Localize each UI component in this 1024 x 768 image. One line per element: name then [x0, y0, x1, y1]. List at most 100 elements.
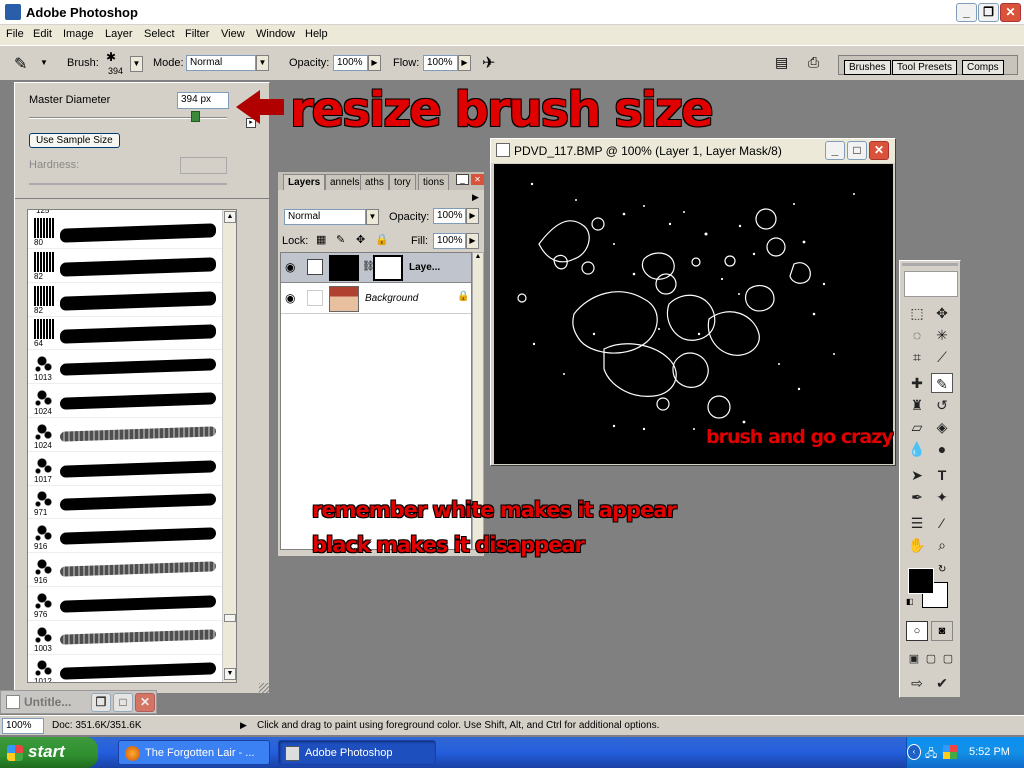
- brush-list-scrollbar[interactable]: ▲ ▼: [222, 210, 236, 682]
- layer-row-selected[interactable]: ◉ ⛓ Laye...: [281, 253, 471, 283]
- master-diameter-input[interactable]: 394 px: [177, 92, 229, 109]
- tab-tool-presets[interactable]: Tool Presets: [892, 60, 958, 75]
- brush-preset[interactable]: 1012: [28, 655, 224, 682]
- minimized-restore-button[interactable]: ❐: [91, 693, 111, 712]
- layer-opacity-arrow-icon[interactable]: ▶: [466, 208, 479, 224]
- brush-preset[interactable]: 1013: [28, 351, 224, 385]
- menu-select[interactable]: Select: [144, 28, 175, 40]
- jump-to-imageready-icon[interactable]: ⇨: [906, 673, 928, 693]
- layer-opacity-input[interactable]: 100%: [433, 208, 466, 224]
- custom-shape-tool-icon[interactable]: ✦: [931, 487, 953, 507]
- tray-expand-icon[interactable]: ‹: [907, 744, 921, 760]
- brush-preset[interactable]: 82: [28, 250, 224, 283]
- taskbar-item-photoshop[interactable]: Adobe Photoshop: [278, 740, 436, 765]
- path-selection-tool-icon[interactable]: ➤: [906, 465, 928, 485]
- brush-preset[interactable]: 916: [28, 520, 224, 554]
- history-brush-tool-icon[interactable]: ↺: [931, 395, 953, 415]
- screen-mode-full-icon[interactable]: ▢: [937, 649, 959, 669]
- flow-arrow-icon[interactable]: ▶: [458, 55, 471, 71]
- minimized-maximize-button[interactable]: □: [113, 693, 133, 712]
- fill-input[interactable]: 100%: [433, 233, 466, 249]
- brush-preset[interactable]: 82: [28, 284, 224, 317]
- lock-position-icon[interactable]: ✥: [356, 233, 365, 246]
- marquee-tool-icon[interactable]: ⬚: [906, 303, 928, 323]
- fill-arrow-icon[interactable]: ▶: [466, 233, 479, 249]
- brush-preset[interactable]: 971: [28, 486, 224, 520]
- palette-close-icon[interactable]: ✕: [471, 174, 484, 185]
- mode-select[interactable]: Normal: [186, 55, 256, 71]
- brush-preset[interactable]: 1024: [28, 419, 224, 452]
- opacity-input[interactable]: 100%: [333, 55, 368, 71]
- adobe-online-feather-icon[interactable]: [904, 271, 958, 297]
- scroll-down-icon[interactable]: ▼: [224, 668, 236, 680]
- brush-preset[interactable]: 64: [28, 317, 224, 351]
- type-tool-icon[interactable]: T: [931, 465, 953, 485]
- tab-comps[interactable]: Comps: [962, 60, 1004, 75]
- airbrush-icon[interactable]: ✈: [482, 53, 495, 73]
- notes-tool-icon[interactable]: ☰: [906, 513, 928, 533]
- brush-preset[interactable]: 1017: [28, 453, 224, 486]
- zoom-input[interactable]: 100%: [2, 718, 44, 734]
- brush-tool-icon[interactable]: ✎: [14, 54, 27, 74]
- layer-row[interactable]: ◉ Background 🔒: [281, 284, 471, 314]
- flow-input[interactable]: 100%: [423, 55, 458, 71]
- clock[interactable]: 5:52 PM: [969, 746, 1010, 758]
- doc-maximize-button[interactable]: □: [847, 141, 867, 160]
- move-tool-icon[interactable]: ✥: [931, 303, 953, 323]
- scroll-up-icon[interactable]: ▲: [224, 211, 236, 223]
- menu-window[interactable]: Window: [256, 28, 295, 40]
- resize-grip-icon[interactable]: [259, 683, 269, 693]
- tab-paths[interactable]: aths: [360, 174, 389, 190]
- tab-brushes[interactable]: Brushes: [844, 60, 891, 75]
- network-icon[interactable]: 🖧: [925, 745, 937, 764]
- brush-preset[interactable]: 80: [28, 216, 224, 249]
- crop-tool-icon[interactable]: ⌗: [906, 347, 928, 367]
- lock-transparent-icon[interactable]: ▦: [316, 233, 326, 246]
- lock-image-icon[interactable]: ✎: [336, 233, 345, 246]
- doc-close-button[interactable]: ✕: [869, 141, 889, 160]
- default-colors-icon[interactable]: ◧: [906, 597, 914, 606]
- opacity-arrow-icon[interactable]: ▶: [368, 55, 381, 71]
- menu-view[interactable]: View: [221, 28, 245, 40]
- foreground-color-swatch[interactable]: [908, 568, 934, 594]
- lock-all-icon[interactable]: 🔒: [375, 233, 389, 246]
- blend-mode-dropdown-icon[interactable]: ▼: [366, 209, 379, 225]
- doc-minimize-button[interactable]: _: [825, 141, 845, 160]
- palette-well-icon[interactable]: ⎙: [808, 54, 819, 71]
- restore-button[interactable]: ❐: [978, 3, 999, 22]
- pen-tool-icon[interactable]: ✒: [906, 487, 928, 507]
- eyedropper-tool-icon[interactable]: ⁄: [931, 513, 953, 533]
- taskbar-item-browser[interactable]: The Forgotten Lair - ...: [118, 740, 270, 765]
- brush-tool-icon[interactable]: ✎: [931, 373, 953, 393]
- eraser-tool-icon[interactable]: ▱: [906, 417, 928, 437]
- menu-edit[interactable]: Edit: [33, 28, 52, 40]
- canvas[interactable]: brush and go crazy: [494, 164, 894, 464]
- standard-mode-icon[interactable]: ○: [906, 621, 928, 641]
- zoom-tool-icon[interactable]: ⌕: [931, 535, 953, 555]
- brush-preset[interactable]: 1003: [28, 622, 224, 655]
- tab-history[interactable]: tory: [389, 174, 416, 190]
- use-sample-size-button[interactable]: Use Sample Size: [29, 133, 120, 148]
- menu-layer[interactable]: Layer: [105, 28, 133, 40]
- eye-icon[interactable]: ◉: [285, 291, 295, 305]
- tab-actions[interactable]: tions: [418, 174, 450, 190]
- status-arrow-icon[interactable]: ▶: [240, 720, 247, 731]
- menu-filter[interactable]: Filter: [185, 28, 209, 40]
- brush-preview-icon[interactable]: ✱: [106, 50, 116, 64]
- paint-bucket-tool-icon[interactable]: ◈: [931, 417, 953, 437]
- toolbox-grip[interactable]: [902, 263, 958, 266]
- scroll-thumb[interactable]: [224, 614, 236, 622]
- tool-preset-dropdown-icon[interactable]: ▼: [40, 58, 48, 67]
- menu-help[interactable]: Help: [305, 28, 328, 40]
- doc-size[interactable]: Doc: 351.6K/351.6K: [52, 720, 142, 731]
- hand-tool-icon[interactable]: ✋: [906, 535, 928, 555]
- swap-colors-icon[interactable]: ↻: [938, 564, 946, 575]
- menu-image[interactable]: Image: [63, 28, 94, 40]
- clone-stamp-tool-icon[interactable]: ♜: [906, 395, 928, 415]
- document-title-bar[interactable]: PDVD_117.BMP @ 100% (Layer 1, Layer Mask…: [491, 139, 895, 163]
- healing-brush-tool-icon[interactable]: ✚: [906, 373, 928, 393]
- brush-preset[interactable]: 916: [28, 554, 224, 587]
- lasso-tool-icon[interactable]: ◌: [906, 325, 928, 345]
- eye-icon[interactable]: ◉: [285, 260, 295, 274]
- palette-minimize-icon[interactable]: _: [456, 174, 469, 185]
